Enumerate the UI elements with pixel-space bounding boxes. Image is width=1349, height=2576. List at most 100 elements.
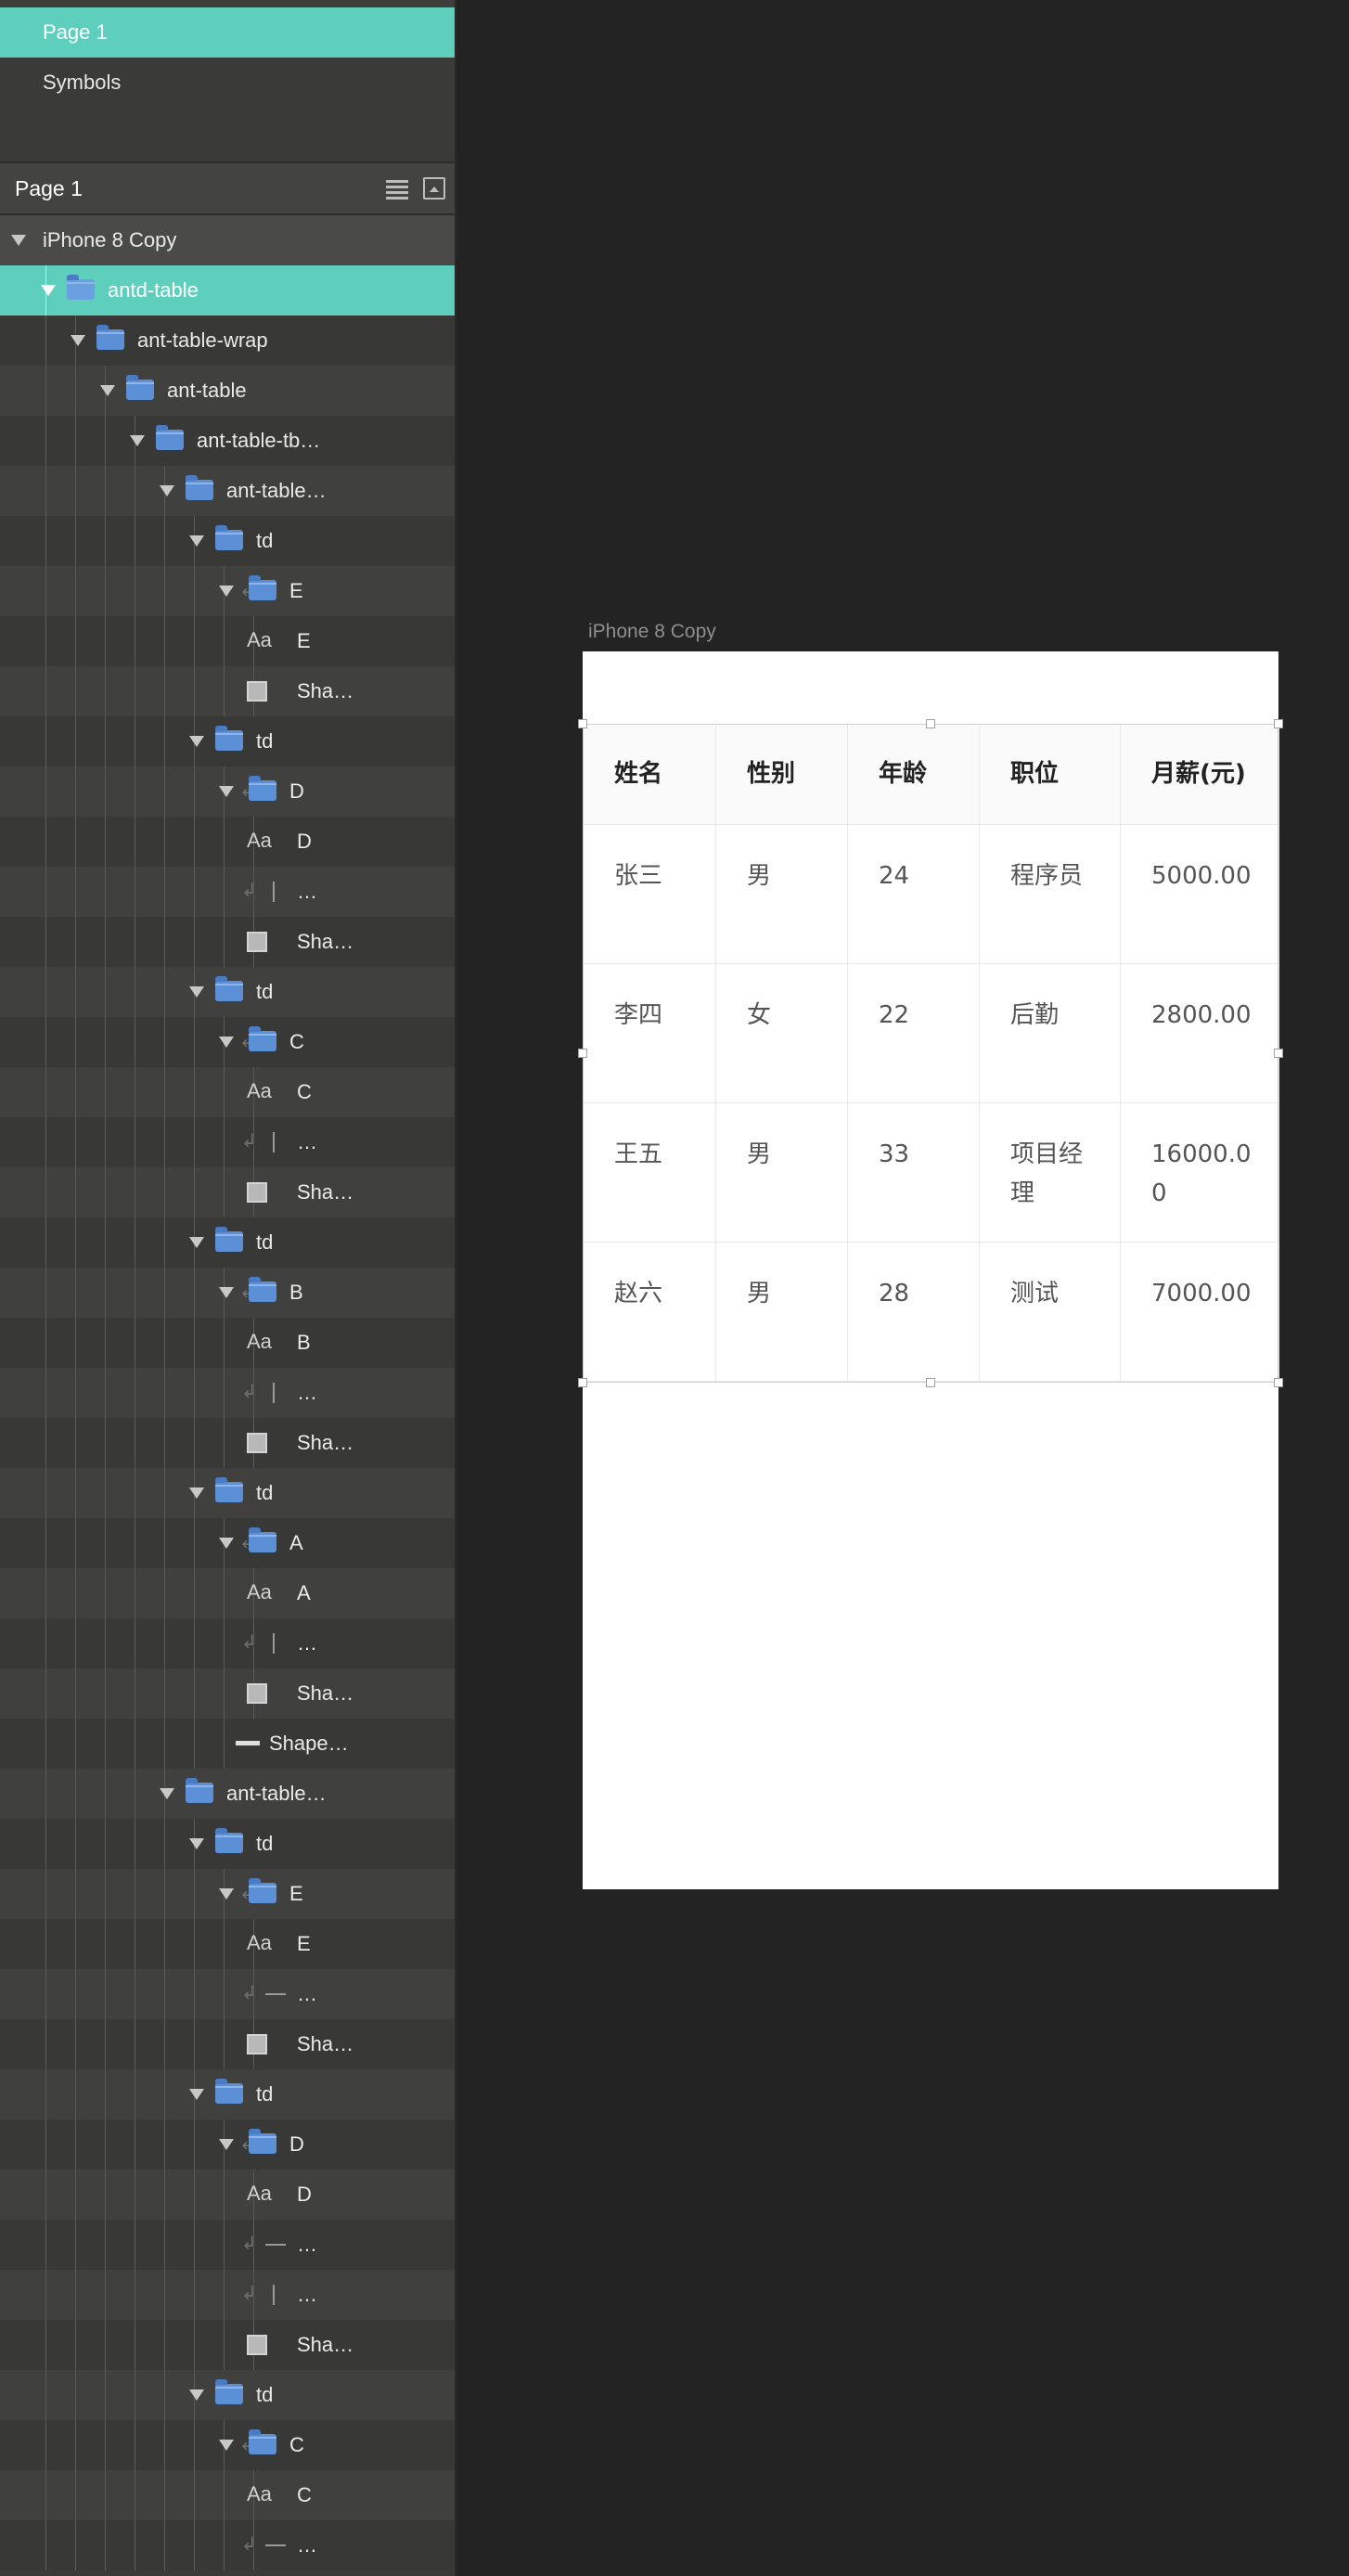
tree-guide-line: [194, 1268, 195, 1318]
line-shape-icon: [236, 1741, 260, 1745]
artboard-iphone-8-copy[interactable]: 姓名 性别 年龄 职位 月薪(元) 张三 男 24 程序员 5000.00 李四…: [583, 651, 1279, 1889]
tree-guide-line: [75, 2320, 76, 2370]
layer-row[interactable]: iPhone 8 Copy: [0, 215, 456, 265]
tree-guide-line: [75, 666, 76, 716]
layer-row[interactable]: ↲…: [0, 1368, 456, 1418]
tree-guide-line: [194, 566, 195, 616]
page-item-symbols[interactable]: Symbols: [0, 58, 456, 108]
antd-table[interactable]: 姓名 性别 年龄 职位 月薪(元) 张三 男 24 程序员 5000.00 李四…: [583, 724, 1279, 1382]
layer-row[interactable]: ↲ A: [0, 1518, 456, 1568]
layer-row[interactable]: ↲ B: [0, 1268, 456, 1318]
layer-row[interactable]: Aa E: [0, 616, 456, 666]
resize-handle[interactable]: [578, 719, 587, 728]
layer-row[interactable]: td: [0, 967, 456, 1017]
layer-row[interactable]: Sha…: [0, 666, 456, 716]
folder-icon: [215, 1227, 243, 1252]
layer-row[interactable]: Aa D: [0, 817, 456, 867]
layer-row[interactable]: Sha…: [0, 917, 456, 967]
layer-row[interactable]: ↲ C: [0, 2420, 456, 2470]
resize-handle[interactable]: [926, 719, 935, 728]
layer-row[interactable]: td: [0, 516, 456, 566]
layer-row[interactable]: Aa A: [0, 1568, 456, 1618]
layer-row[interactable]: Shape…: [0, 1719, 456, 1769]
layer-row[interactable]: td: [0, 1819, 456, 1869]
layer-row[interactable]: Sha…: [0, 1668, 456, 1719]
resize-handle[interactable]: [926, 1378, 935, 1387]
layer-row[interactable]: ant-table-wrap: [0, 316, 456, 366]
layer-row[interactable]: ↲…: [0, 2520, 456, 2570]
disclosure-triangle-icon[interactable]: [189, 1838, 204, 1849]
disclosure-triangle-icon[interactable]: [41, 285, 56, 296]
resize-handle[interactable]: [1274, 1378, 1283, 1387]
layer-row[interactable]: ↲ C: [0, 1017, 456, 1067]
disclosure-triangle-icon[interactable]: [219, 1888, 234, 1900]
disclosure-triangle-icon[interactable]: [219, 2440, 234, 2451]
layer-row[interactable]: ↲…: [0, 2270, 456, 2320]
disclosure-triangle-icon[interactable]: [71, 335, 85, 346]
disclosure-triangle-icon[interactable]: [160, 485, 174, 496]
folder-icon: [186, 475, 213, 500]
layer-row[interactable]: Aa B: [0, 1318, 456, 1368]
disclosure-triangle-icon[interactable]: [219, 1037, 234, 1048]
layer-row[interactable]: ↲ E: [0, 1869, 456, 1919]
resize-handle[interactable]: [578, 1378, 587, 1387]
layer-row[interactable]: td: [0, 1468, 456, 1518]
list-view-icon[interactable]: [386, 177, 408, 200]
layer-row[interactable]: ↲ E: [0, 566, 456, 616]
layer-row[interactable]: ant-table: [0, 366, 456, 416]
page-item-page-1[interactable]: Page 1: [0, 7, 456, 58]
layer-row[interactable]: ↲…: [0, 1618, 456, 1668]
layer-name: ant-table…: [226, 479, 327, 502]
disclosure-triangle-icon[interactable]: [160, 1788, 174, 1799]
collapse-panel-icon[interactable]: [423, 177, 445, 200]
disclosure-triangle-icon[interactable]: [219, 586, 234, 597]
layer-row[interactable]: ↲ D: [0, 766, 456, 817]
layer-row[interactable]: Sha…: [0, 1167, 456, 1217]
layer-row[interactable]: Aa E: [0, 1919, 456, 1969]
disclosure-triangle-icon[interactable]: [189, 1237, 204, 1248]
disclosure-triangle-icon[interactable]: [189, 1488, 204, 1499]
disclosure-triangle-icon[interactable]: [219, 2139, 234, 2150]
resize-handle[interactable]: [1274, 1049, 1283, 1058]
disclosure-triangle-icon[interactable]: [219, 1287, 234, 1298]
tree-guide-line: [194, 1418, 195, 1468]
layer-row[interactable]: Aa C: [0, 1067, 456, 1117]
layer-row[interactable]: td: [0, 2069, 456, 2119]
layer-row[interactable]: antd-table: [0, 265, 456, 316]
layer-row[interactable]: Sha…: [0, 1418, 456, 1468]
disclosure-triangle-icon[interactable]: [189, 736, 204, 747]
layer-row[interactable]: ↲…: [0, 867, 456, 917]
tree-guide-line: [164, 2520, 165, 2570]
layer-row[interactable]: ↲…: [0, 2220, 456, 2270]
disclosure-triangle-icon[interactable]: [219, 786, 234, 797]
disclosure-triangle-icon[interactable]: [189, 535, 204, 547]
tree-guide-line: [224, 1318, 225, 1368]
tree-guide-line: [105, 2069, 106, 2119]
layer-row[interactable]: ↲…: [0, 1969, 456, 2019]
resize-handle[interactable]: [1274, 719, 1283, 728]
disclosure-triangle-icon[interactable]: [100, 385, 115, 396]
disclosure-triangle-icon[interactable]: [189, 2389, 204, 2401]
disclosure-triangle-icon[interactable]: [189, 986, 204, 998]
disclosure-triangle-icon[interactable]: [130, 435, 145, 446]
layer-row[interactable]: Aa D: [0, 2170, 456, 2220]
layer-row[interactable]: ant-table…: [0, 1769, 456, 1819]
layer-row[interactable]: ↲…: [0, 1117, 456, 1167]
resize-handle[interactable]: [578, 1049, 587, 1058]
layer-row[interactable]: ↲ D: [0, 2119, 456, 2170]
artboard-label[interactable]: iPhone 8 Copy: [588, 621, 716, 643]
layer-name: A: [297, 1581, 311, 1604]
layer-row[interactable]: Aa C: [0, 2470, 456, 2520]
layer-row[interactable]: ant-table-tb…: [0, 416, 456, 466]
layer-row[interactable]: td: [0, 2370, 456, 2420]
layer-row[interactable]: td: [0, 716, 456, 766]
folder-icon: [249, 1878, 276, 1903]
layer-row[interactable]: td: [0, 1217, 456, 1268]
disclosure-triangle-icon[interactable]: [219, 1538, 234, 1549]
layer-row[interactable]: Sha…: [0, 2320, 456, 2370]
layer-row[interactable]: Sha…: [0, 2019, 456, 2069]
tree-guide-line: [194, 616, 195, 666]
disclosure-triangle-icon[interactable]: [189, 2089, 204, 2100]
disclosure-triangle-icon[interactable]: [11, 235, 26, 246]
layer-row[interactable]: ant-table…: [0, 466, 456, 516]
